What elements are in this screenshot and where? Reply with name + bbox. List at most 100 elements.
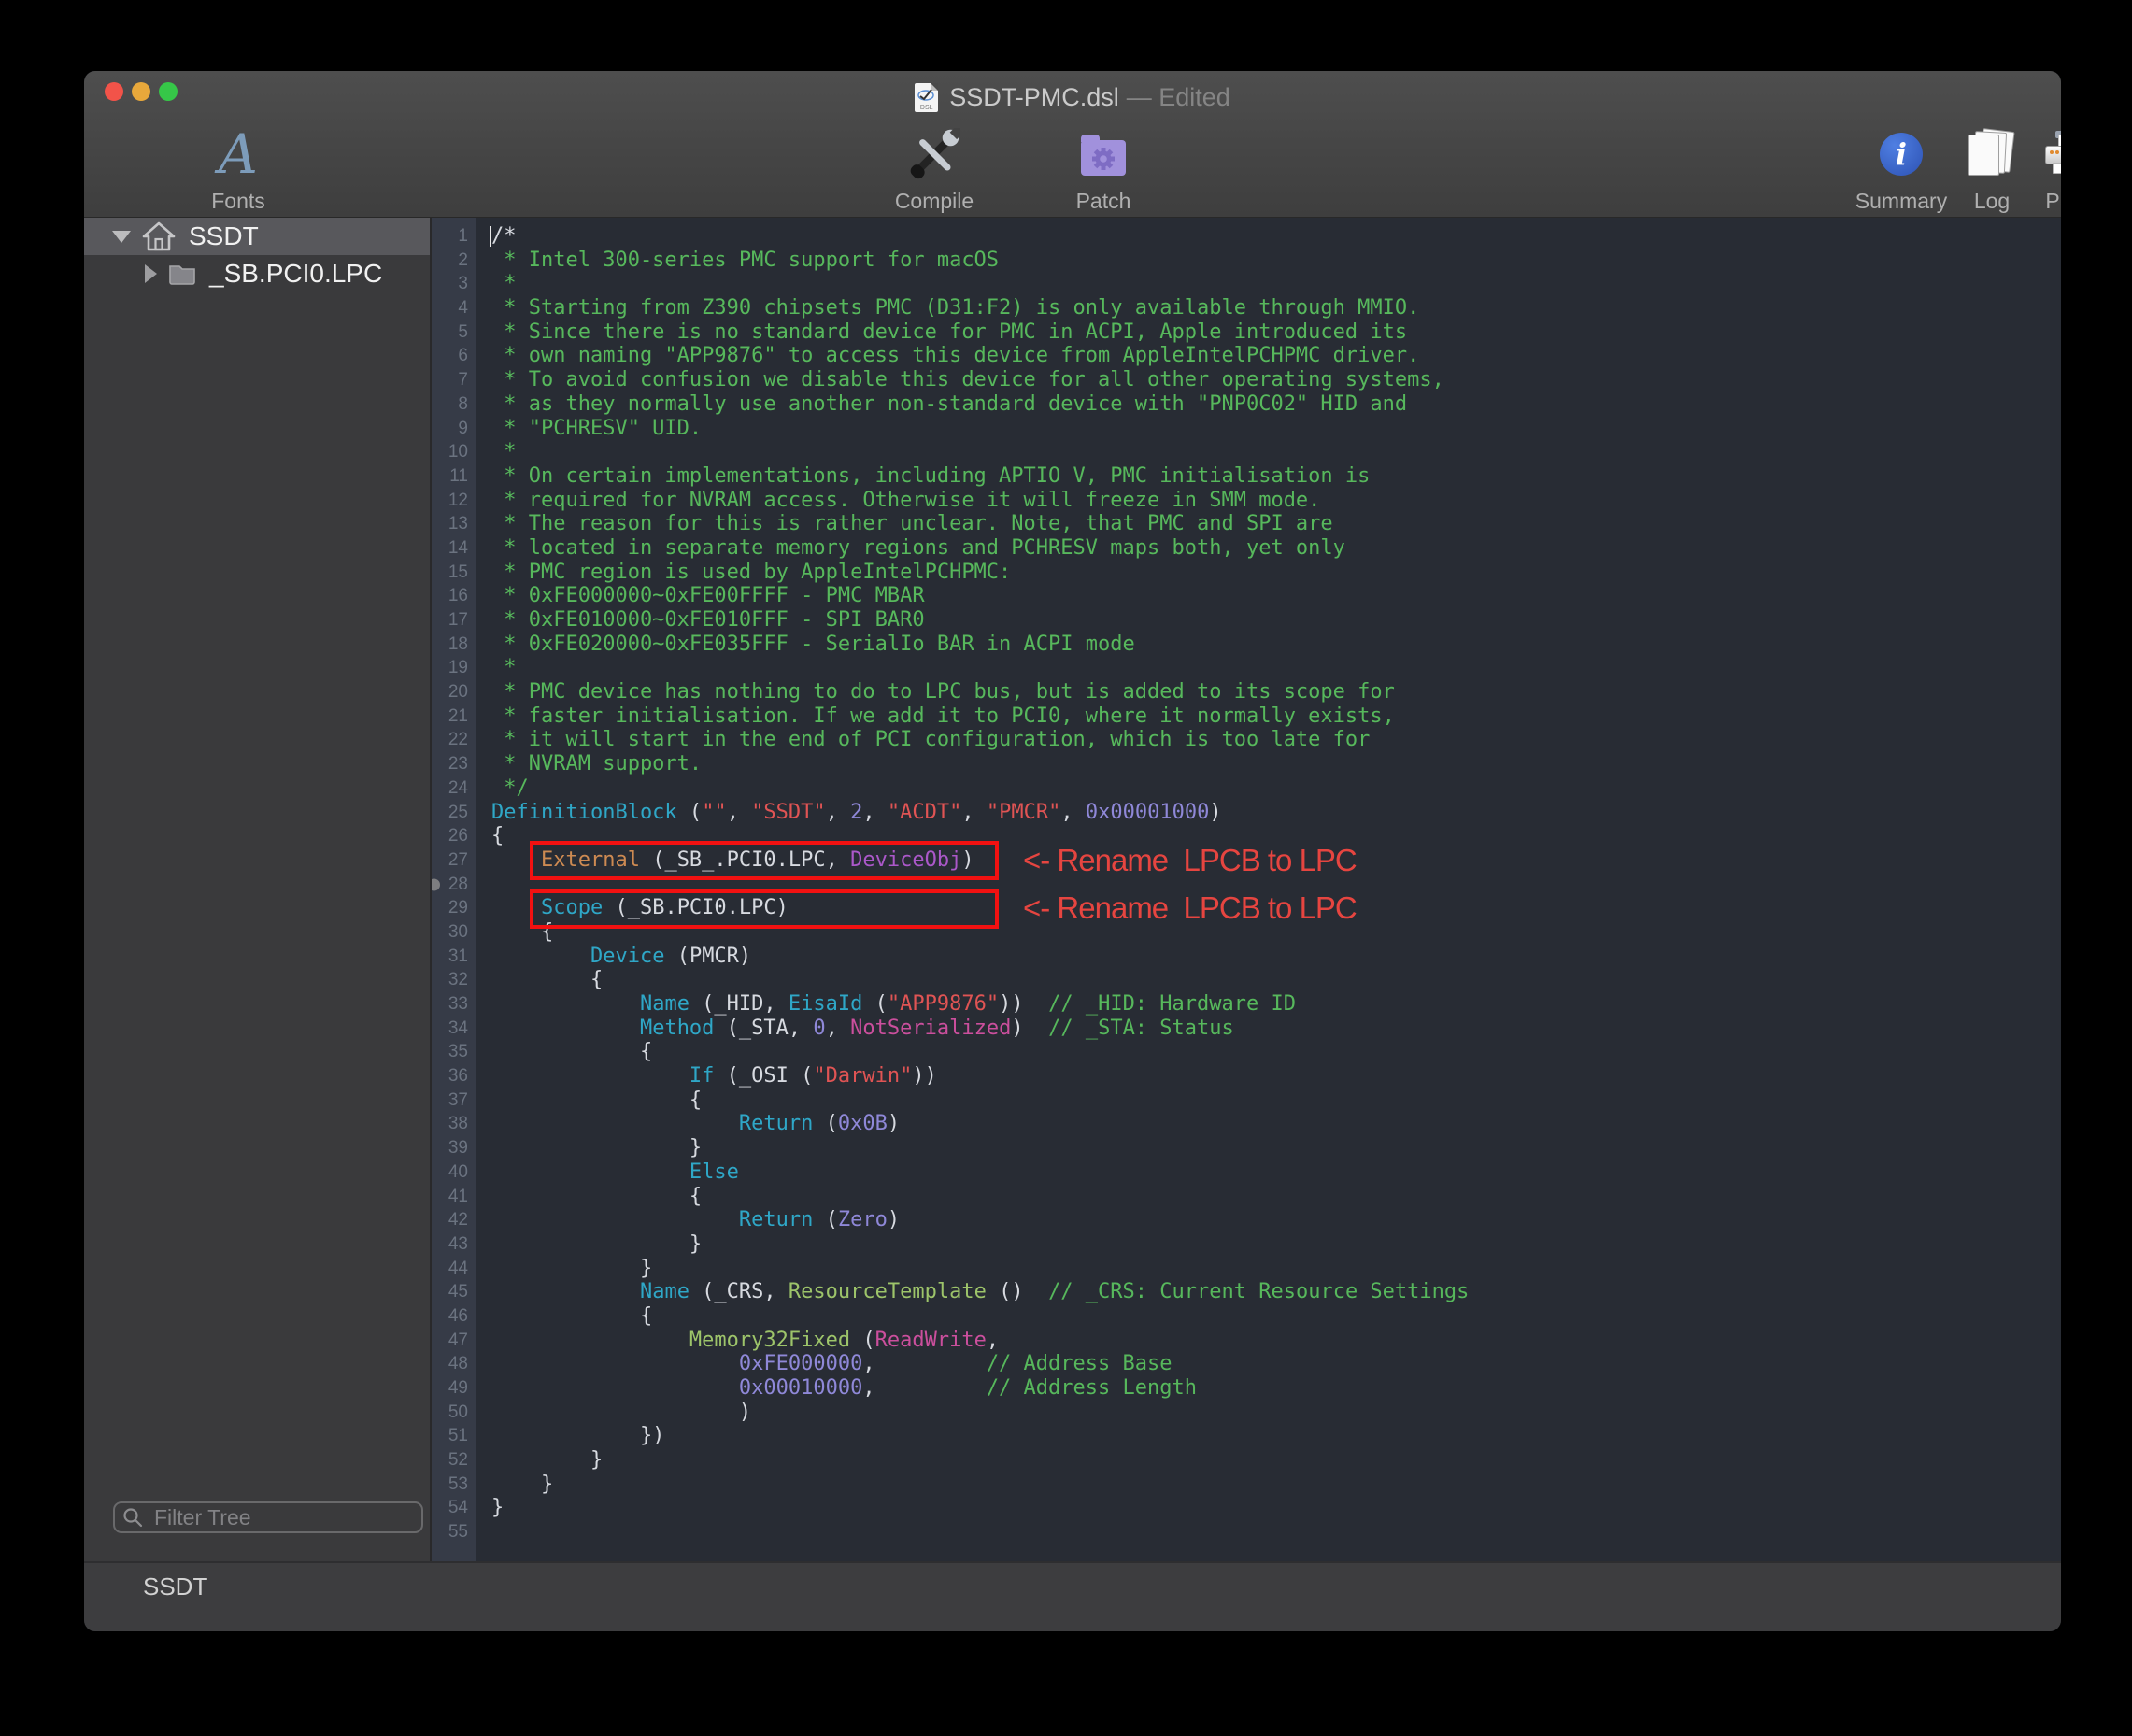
code-line: Else xyxy=(491,1160,2061,1185)
content-area: SSDT _SB.PCI0.LPC xyxy=(84,218,2061,1561)
code-line: } xyxy=(491,1232,2061,1257)
patch-folder-icon xyxy=(1081,140,1126,176)
line-number: 34 xyxy=(432,1017,476,1041)
print-button[interactable]: Print xyxy=(1993,121,2061,214)
code-line: { xyxy=(491,920,2061,945)
code-line: { xyxy=(491,1185,2061,1209)
line-number: 31 xyxy=(432,945,476,969)
fonts-button[interactable]: A Fonts xyxy=(163,121,313,214)
line-number: 41 xyxy=(432,1185,476,1209)
line-number: 26 xyxy=(432,824,476,848)
code-line: { xyxy=(491,1040,2061,1064)
code-line: * it will start in the end of PCI config… xyxy=(491,728,2061,752)
line-number: 21 xyxy=(432,704,476,729)
line-number-gutter: 1234567891011121314151617181920212223242… xyxy=(432,218,476,1561)
window-title-edited: — Edited xyxy=(1127,83,1230,111)
line-number: 48 xyxy=(432,1352,476,1376)
compile-icon xyxy=(908,128,960,180)
line-number: 24 xyxy=(432,776,476,801)
folder-icon xyxy=(168,263,196,285)
code-lines: /* * Intel 300-series PMC support for ma… xyxy=(476,218,2061,1544)
line-number: 36 xyxy=(432,1064,476,1089)
line-number: 52 xyxy=(432,1448,476,1473)
maciasl-window: DSL SSDT-PMC.dsl — Edited A Fonts xyxy=(84,71,2061,1631)
patch-label: Patch xyxy=(1076,189,1131,214)
code-line: */ xyxy=(491,776,2061,801)
code-line: DefinitionBlock ("", "SSDT", 2, "ACDT", … xyxy=(491,801,2061,825)
code-line xyxy=(491,1520,2061,1544)
line-number: 33 xyxy=(432,992,476,1017)
line-number: 37 xyxy=(432,1089,476,1113)
code-line: * xyxy=(491,272,2061,296)
code-line: { xyxy=(491,1304,2061,1329)
code-line: * PMC device has nothing to do to LPC bu… xyxy=(491,680,2061,704)
code-line: * required for NVRAM access. Otherwise i… xyxy=(491,489,2061,513)
line-number: 19 xyxy=(432,656,476,680)
code-line: Scope (_SB.PCI0.LPC) xyxy=(491,896,2061,920)
code-line: * 0xFE000000~0xFE00FFFF - PMC MBAR xyxy=(491,584,2061,608)
filter-tree-field-wrap xyxy=(113,1501,423,1533)
line-number: 50 xyxy=(432,1401,476,1425)
window-header: DSL SSDT-PMC.dsl — Edited A Fonts xyxy=(84,71,2061,218)
code-line: * To avoid confusion we disable this dev… xyxy=(491,368,2061,392)
line-number: 15 xyxy=(432,561,476,585)
code-line: * own naming "APP9876" to access this de… xyxy=(491,344,2061,368)
line-number: 27 xyxy=(432,848,476,873)
line-number: 25 xyxy=(432,801,476,825)
code-line: } xyxy=(491,1448,2061,1473)
code-editor[interactable]: 1234567891011121314151617181920212223242… xyxy=(432,218,2061,1561)
code-line xyxy=(491,873,2061,897)
code-line: If (_OSI ("Darwin")) xyxy=(491,1064,2061,1089)
line-number: 1 xyxy=(432,224,476,249)
code-line: } xyxy=(491,1257,2061,1281)
code-line: * 0xFE010000~0xFE010FFF - SPI BAR0 xyxy=(491,608,2061,633)
line-number: 5 xyxy=(432,320,476,345)
code-line: * On certain implementations, including … xyxy=(491,464,2061,489)
filter-tree-input[interactable] xyxy=(113,1501,423,1533)
line-number: 22 xyxy=(432,728,476,752)
code-line: 0xFE000000, // Address Base xyxy=(491,1352,2061,1376)
line-number: 35 xyxy=(432,1040,476,1064)
disclosure-down-icon[interactable] xyxy=(112,231,131,243)
code-line: * The reason for this is rather unclear.… xyxy=(491,512,2061,536)
code-line: * "PCHRESV" UID. xyxy=(491,417,2061,441)
status-bar: SSDT xyxy=(84,1561,2061,1631)
code-line: /* xyxy=(491,224,2061,249)
text-caret xyxy=(490,226,491,247)
code-line: ) xyxy=(491,1401,2061,1425)
line-number: 18 xyxy=(432,633,476,657)
fonts-label: Fonts xyxy=(211,189,265,214)
window-title: SSDT-PMC.dsl xyxy=(949,83,1119,111)
line-number: 16 xyxy=(432,584,476,608)
line-number: 4 xyxy=(432,296,476,320)
sidebar-item-label: _SB.PCI0.LPC xyxy=(209,259,382,289)
code-line: * Intel 300-series PMC support for macOS xyxy=(491,249,2061,273)
code-line: 0x00010000, // Address Length xyxy=(491,1376,2061,1401)
code-line: { xyxy=(491,968,2061,992)
status-path: SSDT xyxy=(143,1572,207,1601)
line-number: 8 xyxy=(432,392,476,417)
code-line: * located in separate memory regions and… xyxy=(491,536,2061,561)
patch-gear-icon xyxy=(1081,140,1126,176)
code-line: * Since there is no standard device for … xyxy=(491,320,2061,345)
line-number: 32 xyxy=(432,968,476,992)
code-line: * 0xFE020000~0xFE035FFF - SerialIo BAR i… xyxy=(491,633,2061,657)
code-line: Name (_CRS, ResourceTemplate () // _CRS:… xyxy=(491,1280,2061,1304)
line-number: 9 xyxy=(432,417,476,441)
line-number: 20 xyxy=(432,680,476,704)
sidebar-item-ssdt[interactable]: SSDT xyxy=(84,218,430,255)
disclosure-right-icon[interactable] xyxy=(145,264,157,283)
line-number: 7 xyxy=(432,368,476,392)
patch-button[interactable]: Patch xyxy=(1029,121,1178,214)
code-line: } xyxy=(491,1136,2061,1160)
line-number: 38 xyxy=(432,1112,476,1136)
code-line: Name (_HID, EisaId ("APP9876")) // _HID:… xyxy=(491,992,2061,1017)
document-icon-label: DSL xyxy=(915,105,938,111)
sidebar-item-label: SSDT xyxy=(189,221,259,251)
line-number: 42 xyxy=(432,1208,476,1232)
sidebar-item-sb-pci0-lpc[interactable]: _SB.PCI0.LPC xyxy=(84,255,430,292)
compile-button[interactable]: Compile xyxy=(860,121,1009,214)
line-number: 30 xyxy=(432,920,476,945)
line-number: 54 xyxy=(432,1496,476,1520)
code-line: { xyxy=(491,1089,2061,1113)
